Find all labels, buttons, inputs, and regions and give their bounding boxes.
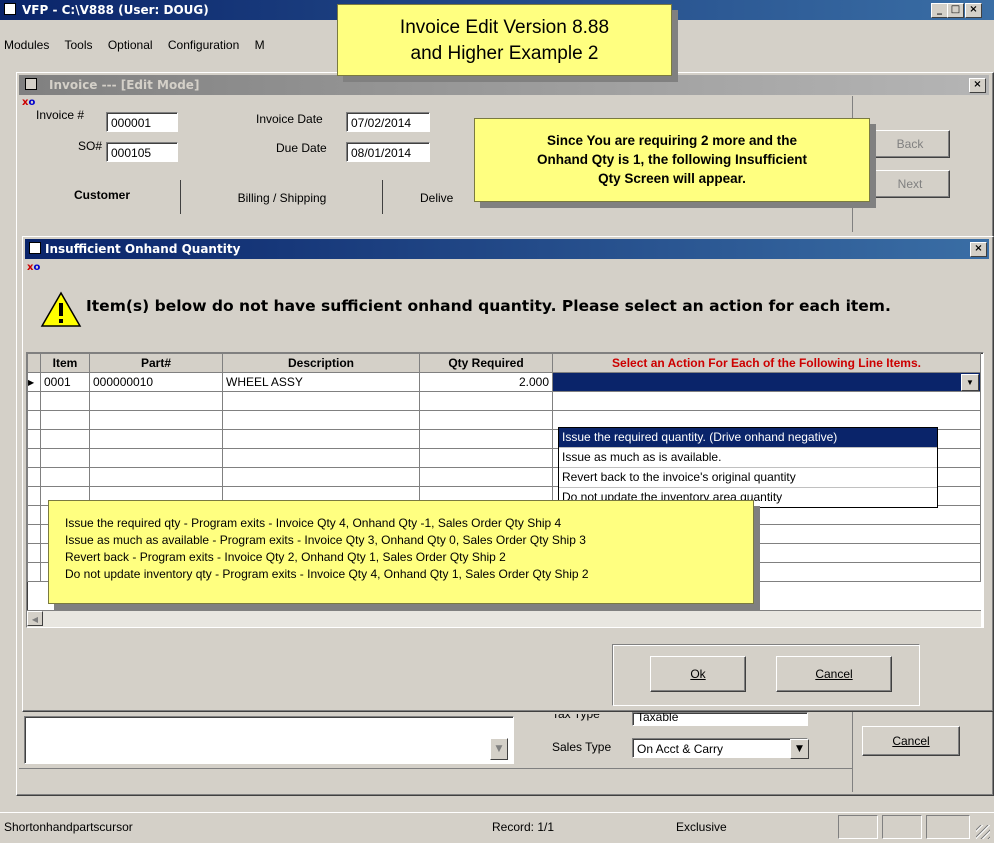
warning-icon	[40, 291, 82, 327]
dialog-title-bar: Insufficient Onhand Quantity ×	[25, 239, 989, 259]
invoice-title: Invoice --- [Edit Mode]	[49, 78, 200, 92]
row-indicator-icon: ▶	[27, 372, 41, 392]
invoice-no-field[interactable]: 000001	[106, 112, 178, 132]
callout-info-line2: Onhand Qty is 1, the following Insuffici…	[536, 152, 807, 167]
menu-configuration[interactable]: Configuration	[168, 38, 239, 52]
tax-type-label: Tax Type	[552, 714, 600, 721]
sales-type-label: Sales Type	[552, 740, 612, 754]
dialog-cancel-button[interactable]: Cancel	[776, 656, 892, 692]
cell-item[interactable]: 0001	[40, 372, 90, 392]
callout-title-line1: Invoice Edit Version 8.88	[399, 17, 610, 38]
grid-row-indicator-header	[27, 353, 41, 373]
option-issue-required[interactable]: Issue the required quantity. (Drive onha…	[559, 428, 937, 448]
invoice-date-field[interactable]: 07/02/2014	[346, 112, 430, 132]
menu-modules[interactable]: Modules	[4, 38, 49, 52]
maximize-button[interactable]: □	[947, 3, 964, 18]
due-date-label: Due Date	[276, 141, 327, 155]
invoice-cancel-button[interactable]: Cancel	[862, 726, 960, 756]
invoice-bottom-strip	[19, 768, 853, 791]
callout-title-line2: and Higher Example 2	[410, 43, 599, 64]
back-button[interactable]: Back	[870, 130, 950, 158]
tab-customer[interactable]: Customer	[24, 180, 181, 214]
status-panel-3	[926, 815, 970, 839]
action-dropdown-icon[interactable]: ▼	[961, 374, 979, 391]
note-line-2: Issue as much as available - Program exi…	[65, 533, 586, 547]
cell-qty[interactable]: 2.000	[419, 372, 553, 392]
menu-tools[interactable]: Tools	[64, 38, 92, 52]
note-line-3: Revert back - Program exits - Invoice Qt…	[65, 550, 506, 564]
col-qty-required[interactable]: Qty Required	[419, 353, 553, 373]
app-title: VFP - C:\V888 (User: DOUG)	[22, 3, 209, 17]
status-bar: Shortonhandpartscursor Record: 1/1 Exclu…	[0, 812, 994, 843]
cell-action-select[interactable]: ▼	[552, 372, 981, 392]
dialog-title: Insufficient Onhand Quantity	[45, 242, 241, 256]
col-action[interactable]: Select an Action For Each of the Followi…	[552, 353, 981, 373]
col-item[interactable]: Item	[40, 353, 90, 373]
dialog-message: Item(s) below do not have sufficient onh…	[86, 297, 891, 315]
callout-notes: Issue the required qty - Program exits -…	[48, 500, 754, 604]
status-cursor: Shortonhandpartscursor	[4, 820, 133, 834]
ok-button[interactable]: Ok	[650, 656, 746, 692]
dialog-xo-icon[interactable]: xo	[27, 262, 40, 273]
grid-hscrollbar[interactable]: ◀	[27, 610, 981, 627]
callout-info-line1: Since You are requiring 2 more and the	[546, 133, 798, 148]
sales-type-dropdown-icon[interactable]: ▼	[790, 739, 809, 759]
invoice-close-button[interactable]: ×	[969, 78, 986, 93]
so-label: SO#	[78, 139, 103, 153]
note-line-1: Issue the required qty - Program exits -…	[65, 516, 562, 530]
status-mode: Exclusive	[676, 820, 727, 834]
dialog-close-button[interactable]: ×	[970, 242, 987, 257]
invoice-date-label: Invoice Date	[256, 112, 323, 126]
app-icon	[4, 3, 16, 15]
invoice-tabs: Customer Billing / Shipping Delive	[24, 180, 484, 216]
menu-more[interactable]: M	[255, 38, 265, 52]
status-panel-2	[882, 815, 922, 839]
notes-field[interactable]	[24, 716, 514, 764]
option-issue-available[interactable]: Issue as much as is available.	[559, 448, 937, 468]
invoice-no-label: Invoice #	[36, 108, 85, 122]
invoice-icon	[25, 78, 37, 90]
resize-grip-icon[interactable]	[976, 825, 990, 839]
table-row[interactable]	[27, 391, 981, 411]
menu-optional[interactable]: Optional	[108, 38, 153, 52]
due-date-field[interactable]: 08/01/2014	[346, 142, 430, 162]
tax-type-field[interactable]: Taxable	[632, 712, 808, 726]
menu-bar: Modules Tools Optional Configuration M	[4, 38, 277, 52]
status-record: Record: 1/1	[492, 820, 555, 834]
col-description[interactable]: Description	[222, 353, 420, 373]
minimize-button[interactable]: _	[931, 3, 948, 18]
sales-type-field[interactable]: On Acct & Carry	[632, 738, 808, 758]
invoice-title-bar: Invoice --- [Edit Mode] ×	[19, 75, 989, 95]
so-field[interactable]: 000105	[106, 142, 178, 162]
status-panel-1	[838, 815, 878, 839]
grid-header-row: Item Part# Description Qty Required Sele…	[27, 353, 981, 373]
table-row[interactable]: ▶ 0001 000000010 WHEEL ASSY 2.000 ▼	[27, 372, 981, 392]
option-revert[interactable]: Revert back to the invoice's original qu…	[559, 468, 937, 488]
note-line-4: Do not update inventory qty - Program ex…	[65, 567, 589, 581]
callout-title: Invoice Edit Version 8.88 and Higher Exa…	[337, 4, 672, 76]
scroll-left-icon[interactable]: ◀	[27, 611, 43, 626]
callout-info-line3: Qty Screen will appear.	[598, 171, 746, 186]
notes-scroll-button[interactable]: ▼	[490, 738, 508, 760]
action-dropdown-list[interactable]: Issue the required quantity. (Drive onha…	[558, 427, 938, 508]
cell-part[interactable]: 000000010	[89, 372, 223, 392]
invoice-xo-icon[interactable]: xo	[22, 97, 35, 108]
cell-description[interactable]: WHEEL ASSY	[222, 372, 420, 392]
next-button[interactable]: Next	[870, 170, 950, 198]
callout-info: Since You are requiring 2 more and the O…	[474, 118, 870, 202]
tab-billing-shipping[interactable]: Billing / Shipping	[182, 180, 383, 214]
col-part[interactable]: Part#	[89, 353, 223, 373]
close-button[interactable]: ×	[965, 3, 982, 18]
dialog-icon	[29, 242, 41, 254]
